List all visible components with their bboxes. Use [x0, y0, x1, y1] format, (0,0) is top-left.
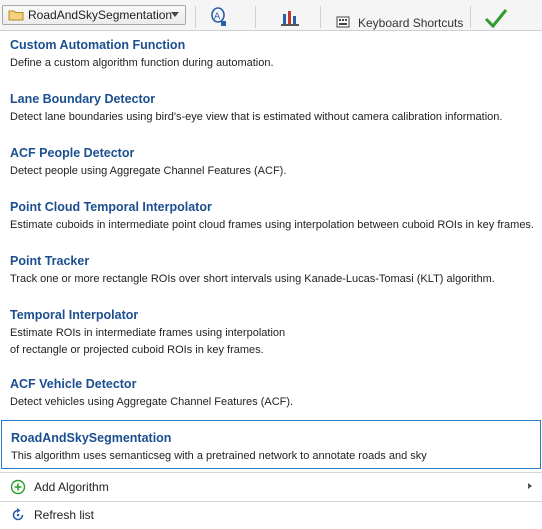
algorithm-select[interactable]: RoadAndSkySegmentation: [2, 5, 186, 25]
menu-item-description-line: Track one or more rectangle ROIs over sh…: [10, 273, 495, 285]
menu-item-point-cloud-temporal-interpolator[interactable]: Point Cloud Temporal Interpolator Estima…: [0, 199, 542, 234]
menu-item-custom-automation-function[interactable]: Custom Automation Function Define a cust…: [0, 37, 542, 72]
toolbar: RoadAndSkySegmentation A Keyboard Shortc…: [0, 0, 542, 31]
menu-item-description: Define a custom algorithm function durin…: [10, 55, 542, 72]
menu-item-acf-vehicle-detector[interactable]: ACF Vehicle Detector Detect vehicles usi…: [0, 376, 542, 411]
menu-item-description: This algorithm uses semanticseg with a p…: [11, 448, 540, 465]
text-search-icon[interactable]: A: [208, 6, 228, 28]
menu-item-point-tracker[interactable]: Point Tracker Track one or more rectangl…: [0, 253, 542, 288]
menu-item-description: Track one or more rectangle ROIs over sh…: [10, 271, 542, 288]
toolbar-separator: [470, 6, 471, 28]
refresh-list-menu-item[interactable]: Refresh list: [0, 502, 542, 528]
menu-item-title: Point Tracker: [10, 254, 90, 268]
menu-item-description-line: Detect vehicles using Aggregate Channel …: [10, 396, 294, 408]
menu-item-title: Lane Boundary Detector: [10, 92, 156, 106]
import-icon[interactable]: [280, 8, 300, 28]
menu-item-description: Estimate cuboids in intermediate point c…: [10, 217, 542, 234]
keyboard-icon[interactable]: [336, 16, 350, 28]
svg-text:A: A: [214, 12, 221, 22]
toolbar-separator: [320, 6, 321, 28]
chevron-down-icon[interactable]: [171, 12, 179, 17]
menu-item-temporal-interpolator[interactable]: Temporal Interpolator Estimate ROIs in i…: [0, 307, 542, 359]
menu-item-description-line: Estimate cuboids in intermediate point c…: [10, 219, 534, 231]
menu-item-road-and-sky-segmentation[interactable]: RoadAndSkySegmentation This algorithm us…: [1, 420, 541, 469]
checkmark-icon[interactable]: [484, 7, 508, 29]
menu-item-description: Detect lane boundaries using bird's-eye …: [10, 109, 542, 126]
menu-item-title: ACF Vehicle Detector: [10, 377, 137, 391]
toolbar-separator: [195, 6, 196, 28]
menu-item-title: Temporal Interpolator: [10, 308, 139, 322]
add-algorithm-menu-item[interactable]: Add Algorithm: [0, 474, 542, 500]
refresh-list-label: Refresh list: [34, 508, 95, 522]
menu-item-description-line: Detect lane boundaries using bird's-eye …: [10, 111, 503, 123]
toolbar-separator: [255, 6, 256, 28]
folder-icon: [8, 10, 24, 21]
menu-item-description: Estimate ROIs in intermediate frames usi…: [10, 325, 542, 359]
menu-item-acf-people-detector[interactable]: ACF People Detector Detect people using …: [0, 145, 542, 180]
algorithm-dropdown-menu: Custom Automation Function Define a cust…: [0, 30, 542, 529]
menu-item-title: Custom Automation Function: [10, 38, 186, 52]
keyboard-shortcuts-label[interactable]: Keyboard Shortcuts: [358, 16, 463, 30]
menu-item-description-line: Detect people using Aggregate Channel Fe…: [10, 165, 287, 177]
menu-item-description-line: of rectangle or projected cuboid ROIs in…: [10, 344, 264, 356]
menu-item-lane-boundary-detector[interactable]: Lane Boundary Detector Detect lane bound…: [0, 91, 542, 126]
menu-item-description-line: Define a custom algorithm function durin…: [10, 57, 274, 69]
menu-item-description: Detect vehicles using Aggregate Channel …: [10, 394, 542, 411]
algorithm-select-value: RoadAndSkySegmentation: [28, 8, 173, 22]
menu-item-description-line: This algorithm uses semanticseg with a p…: [11, 450, 427, 462]
submenu-arrow-icon: [528, 483, 532, 489]
menu-item-title: RoadAndSkySegmentation: [11, 431, 172, 445]
menu-item-title: ACF People Detector: [10, 146, 135, 160]
add-circle-icon: [10, 479, 26, 495]
menu-item-description-line: Estimate ROIs in intermediate frames usi…: [10, 327, 286, 339]
refresh-icon: [12, 508, 24, 521]
add-algorithm-label: Add Algorithm: [34, 480, 109, 494]
menu-item-title: Point Cloud Temporal Interpolator: [10, 200, 212, 214]
menu-item-description: Detect people using Aggregate Channel Fe…: [10, 163, 542, 180]
menu-separator: [0, 472, 542, 473]
